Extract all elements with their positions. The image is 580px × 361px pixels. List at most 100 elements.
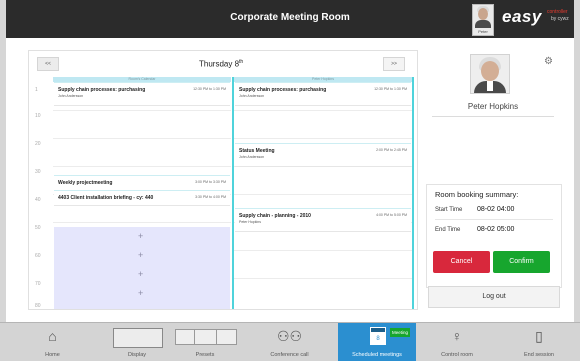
event-organizer: John Andersson bbox=[239, 94, 265, 98]
time-label: 80 bbox=[35, 303, 41, 309]
event-title: Status Meeting bbox=[239, 148, 275, 154]
time-label: 30 bbox=[35, 169, 41, 175]
presets-icon bbox=[175, 329, 237, 345]
tab-home[interactable]: ⌂ Home bbox=[0, 323, 105, 361]
calendar-event[interactable]: Weekly projectmeeting 3:00 PM to 3:30 PM bbox=[54, 175, 230, 191]
time-column: 1 10 20 30 40 50 60 70 80 bbox=[29, 77, 53, 309]
avatar-name: Peter bbox=[478, 29, 488, 34]
time-label: 1 bbox=[35, 87, 38, 93]
next-day-button[interactable]: >> bbox=[383, 57, 405, 71]
calendar-date: Thursday 8th bbox=[199, 59, 243, 69]
divider bbox=[432, 116, 554, 117]
logo: easy bbox=[502, 7, 542, 26]
tab-presets[interactable]: Presets bbox=[169, 323, 241, 361]
profile-name: Peter Hopkins bbox=[467, 102, 519, 111]
event-time: 2:00 PM to 2:45 PM bbox=[376, 148, 407, 152]
door-icon: ▯ bbox=[535, 328, 543, 344]
calendar-event[interactable]: 4403 Client installation briefing - cy: … bbox=[54, 190, 230, 206]
event-time: 4:00 PM to 5:00 PM bbox=[376, 213, 407, 217]
grid-line bbox=[53, 138, 231, 139]
add-booking-icon[interactable]: + bbox=[138, 250, 143, 260]
frame-right bbox=[574, 0, 580, 322]
time-label: 60 bbox=[35, 253, 41, 259]
event-time: 3:30 PM to 4:00 PM bbox=[195, 195, 226, 199]
user-avatar[interactable]: Peter bbox=[472, 4, 494, 36]
event-title: 4403 Client installation briefing - cy: … bbox=[58, 195, 154, 201]
divider bbox=[435, 219, 553, 220]
start-time-label: Start Time bbox=[435, 207, 463, 213]
conference-icon: ⚇⚇ bbox=[276, 328, 303, 344]
tab-label: Control room bbox=[441, 352, 473, 358]
event-time: 3:00 PM to 3:30 PM bbox=[195, 180, 226, 184]
tab-label: End session bbox=[524, 352, 554, 358]
event-title: Weekly projectmeeting bbox=[58, 180, 113, 186]
grid-line bbox=[53, 166, 231, 167]
prev-day-button[interactable]: << bbox=[37, 57, 59, 71]
add-booking-icon[interactable]: + bbox=[138, 288, 143, 298]
calendar-panel: << Thursday 8th >> 1 10 20 30 40 50 60 7… bbox=[28, 50, 418, 310]
start-time-value: 08-02 04:00 bbox=[477, 206, 515, 213]
grid-line bbox=[234, 250, 412, 251]
meeting-badge: Meeting bbox=[390, 328, 410, 337]
start-time-row: Start Time 08-02 04:00 bbox=[435, 206, 514, 213]
avatar-face bbox=[481, 61, 499, 81]
main-content: << Thursday 8th >> 1 10 20 30 40 50 60 7… bbox=[6, 38, 574, 322]
calendar-event[interactable]: Supply chain - planning - 2010 4:00 PM t… bbox=[235, 208, 411, 232]
tab-end-session[interactable]: ▯ End session bbox=[498, 323, 580, 361]
time-label: 50 bbox=[35, 225, 41, 231]
time-label: 70 bbox=[35, 281, 41, 287]
calendar-event[interactable]: Supply chain processes: purchasing 12:30… bbox=[54, 82, 230, 106]
tab-label: Home bbox=[45, 352, 60, 358]
time-label: 10 bbox=[35, 113, 41, 119]
calendar-date-suffix: th bbox=[239, 59, 244, 65]
calendar-event[interactable]: Status Meeting 2:00 PM to 2:45 PM John A… bbox=[235, 143, 411, 167]
add-booking-icon[interactable]: + bbox=[138, 269, 143, 279]
gear-icon[interactable]: ⚙ bbox=[544, 56, 553, 67]
time-label: 40 bbox=[35, 197, 41, 203]
event-organizer: Peter Hopkins bbox=[239, 220, 261, 224]
event-time: 12:30 PM to 1:30 PM bbox=[374, 87, 407, 91]
calendar-header: << Thursday 8th >> bbox=[29, 51, 417, 77]
calendar-date-day: Thursday 8 bbox=[199, 59, 240, 69]
calendar-event[interactable]: Supply chain processes: purchasing 12:30… bbox=[235, 82, 411, 106]
cancel-button[interactable]: Cancel bbox=[433, 251, 490, 273]
end-time-label: End Time bbox=[435, 227, 461, 233]
grid-line bbox=[234, 194, 412, 195]
profile-avatar bbox=[470, 54, 510, 94]
confirm-button[interactable]: Confirm bbox=[493, 251, 550, 273]
end-time-row: End Time 08-02 05:00 bbox=[435, 226, 514, 233]
event-organizer: John Andersson bbox=[58, 94, 84, 98]
tab-conference-call[interactable]: ⚇⚇ Conference call bbox=[241, 323, 338, 361]
tab-scheduled-meetings[interactable]: 8 Meeting Scheduled meetings bbox=[338, 323, 416, 361]
logo-subtitle: controller bbox=[547, 9, 568, 15]
tab-label: Display bbox=[127, 352, 147, 358]
avatar-suit bbox=[475, 20, 491, 28]
summary-title: Room booking summary: bbox=[435, 190, 519, 199]
tab-label: Scheduled meetings bbox=[352, 352, 402, 358]
event-title: Supply chain processes: purchasing bbox=[239, 87, 327, 93]
calendar-icon: 8 bbox=[370, 327, 386, 345]
tab-display[interactable]: Display bbox=[105, 323, 169, 361]
screen: Corporate Meeting Room Peter easy contro… bbox=[0, 0, 580, 361]
avatar-collar bbox=[487, 81, 493, 91]
event-time: 12:30 PM to 1:30 PM bbox=[193, 87, 226, 91]
top-bar: Corporate Meeting Room Peter easy contro… bbox=[6, 0, 574, 38]
grid-line bbox=[53, 222, 231, 223]
user-calendar-column: Peter Hopkins Supply chain processes: pu… bbox=[234, 77, 412, 309]
logo-byline: by cywz bbox=[551, 16, 569, 22]
display-icon bbox=[113, 328, 163, 348]
event-title: Supply chain - planning - 2010 bbox=[239, 213, 311, 219]
logout-button[interactable]: Log out bbox=[428, 286, 560, 308]
free-slot-block: + + + + bbox=[54, 227, 230, 309]
event-organizer: John Andersson bbox=[239, 155, 265, 159]
room-calendar-column: Room's Calendar Supply chain processes: … bbox=[53, 77, 231, 309]
end-time-value: 08-02 05:00 bbox=[477, 226, 515, 233]
add-booking-icon[interactable]: + bbox=[138, 231, 143, 241]
tab-control-room[interactable]: ♀ Control room bbox=[416, 323, 498, 361]
avatar-face bbox=[478, 8, 488, 20]
tab-label: Conference call bbox=[270, 352, 309, 358]
booking-summary: Room booking summary: Start Time 08-02 0… bbox=[426, 184, 562, 288]
tab-label: Presets bbox=[195, 352, 215, 358]
column-divider bbox=[412, 77, 414, 309]
event-title: Supply chain processes: purchasing bbox=[58, 87, 146, 93]
